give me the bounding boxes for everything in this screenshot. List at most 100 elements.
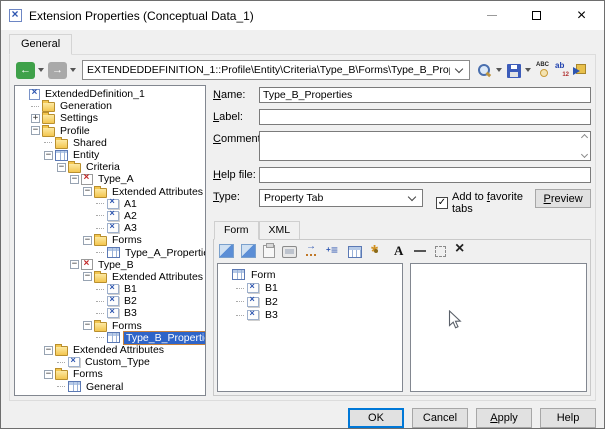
preview-button[interactable]: Preview — [535, 189, 591, 208]
favorite-checkbox[interactable]: ✓ — [436, 197, 448, 209]
help-button[interactable]: Help — [540, 408, 596, 428]
font-icon[interactable] — [391, 244, 406, 258]
scroll-up-icon[interactable] — [580, 134, 587, 141]
tab-form[interactable]: Form — [214, 221, 259, 240]
name-field[interactable] — [259, 87, 591, 103]
extension-object-tree[interactable]: ExtendedDefinition_1Generation+Settings−… — [14, 85, 206, 396]
tab-xml[interactable]: XML — [259, 221, 301, 239]
tree-item-label: Type_B — [96, 259, 136, 271]
insert-arrow-icon[interactable] — [304, 244, 319, 258]
folder-icon — [94, 322, 107, 332]
search-menu-caret-icon[interactable] — [496, 68, 502, 72]
cancel-button[interactable]: Cancel — [412, 408, 468, 428]
window-controls: × — [469, 1, 604, 30]
form-controls-tree[interactable]: FormB1B2B3 — [217, 263, 403, 392]
scroll-down-icon[interactable] — [580, 151, 587, 158]
tree-expander-icon[interactable]: − — [31, 126, 40, 135]
tree-expander-icon[interactable]: − — [57, 163, 66, 172]
options-icon[interactable] — [369, 244, 384, 258]
tree-item-label: Type_B_Properties — [123, 331, 206, 345]
image-alt-icon[interactable] — [241, 244, 256, 258]
tree-item-profile[interactable]: −Profile — [15, 125, 205, 137]
clipboard-icon[interactable] — [263, 245, 275, 258]
delete-icon[interactable] — [453, 244, 468, 258]
tree-expander-icon[interactable]: − — [83, 272, 92, 281]
tree-item-label: B1 — [122, 283, 139, 295]
grid-icon[interactable] — [348, 246, 362, 258]
rename-icon[interactable] — [554, 62, 570, 78]
tree-item-type-b-properties[interactable]: Type_B_Properties — [15, 332, 205, 344]
label-field[interactable] — [259, 109, 591, 125]
form-editor-toolbar — [217, 243, 587, 263]
comment-scrollbar[interactable] — [578, 132, 590, 160]
folder-icon — [94, 236, 107, 246]
tree-item-b2[interactable]: B2 — [218, 295, 402, 309]
tree-expander-icon[interactable]: − — [83, 236, 92, 245]
separator-icon[interactable] — [413, 244, 428, 258]
tab-general[interactable]: General — [9, 34, 72, 55]
tree-expander-icon[interactable]: − — [83, 321, 92, 330]
tree-expander-icon[interactable]: − — [44, 370, 53, 379]
object-path-input[interactable] — [83, 61, 454, 79]
tree-item-type-a[interactable]: −Type_A — [15, 173, 205, 185]
tree-item-form[interactable]: Form — [218, 268, 402, 282]
comment-field[interactable] — [259, 131, 591, 161]
form-preview-pane[interactable] — [410, 263, 587, 392]
apply-button[interactable]: Apply — [476, 408, 532, 428]
control-icon[interactable] — [282, 246, 297, 258]
tree-expander-icon[interactable]: + — [31, 114, 40, 123]
tree-item-general[interactable]: General — [15, 381, 205, 393]
favorite-tabs-option[interactable]: ✓ Add to favorite tabs — [436, 189, 535, 215]
tree-item-b3[interactable]: B3 — [218, 309, 402, 323]
forward-menu-caret-icon[interactable] — [70, 68, 76, 72]
tree-item-forms[interactable]: −Forms — [15, 368, 205, 380]
image-icon[interactable] — [219, 244, 234, 258]
help-file-field[interactable] — [259, 167, 591, 183]
search-icon[interactable] — [476, 62, 492, 78]
tree-expander-icon[interactable]: − — [44, 151, 53, 160]
tree-item-label: ExtendedDefinition_1 — [43, 88, 147, 100]
save-icon[interactable] — [507, 64, 521, 78]
save-menu-caret-icon[interactable] — [525, 68, 531, 72]
tree-item-type-b[interactable]: − Type_B — [15, 259, 205, 271]
tree-item-custom-type[interactable]: Custom_Type — [15, 356, 205, 368]
tree-item-label: B2 — [122, 295, 139, 307]
tree-item-type-a-properties[interactable]: Type_A_Properties — [15, 246, 205, 258]
close-button[interactable]: × — [559, 1, 604, 30]
tree-item-b3[interactable]: B3 — [15, 307, 205, 319]
label-label: Label: — [213, 109, 259, 123]
navigation-toolbar: ← → — [14, 59, 591, 85]
maximize-button[interactable] — [514, 1, 559, 30]
tree-item-entity[interactable]: −Entity — [15, 149, 205, 161]
back-button[interactable]: ← — [16, 62, 35, 79]
tree-item-forms[interactable]: −Forms — [15, 234, 205, 246]
tree-item-settings[interactable]: +Settings — [15, 112, 205, 124]
back-menu-caret-icon[interactable] — [38, 68, 44, 72]
criteria-icon — [81, 259, 93, 270]
tree-item-b1[interactable]: B1 — [218, 282, 402, 296]
indent-icon[interactable] — [326, 244, 341, 258]
tree-item-a3[interactable]: A3 — [15, 222, 205, 234]
tree-item-criteria[interactable]: −Criteria — [15, 161, 205, 173]
tree-item-shared[interactable]: Shared — [15, 137, 205, 149]
ok-button[interactable]: OK — [348, 408, 404, 428]
forward-button[interactable]: → — [48, 62, 67, 79]
jump-to-icon[interactable] — [572, 62, 588, 78]
tree-item-extended-attributes[interactable]: −Extended Attributes — [15, 344, 205, 356]
tree-connector — [96, 215, 104, 216]
combobox-chevron-icon[interactable] — [455, 64, 463, 72]
maximize-icon — [532, 11, 541, 20]
tree-expander-icon[interactable]: − — [44, 346, 53, 355]
folder-icon — [55, 370, 68, 380]
attr-icon — [107, 296, 119, 306]
tree-item-generation[interactable]: Generation — [15, 100, 205, 112]
spell-check-icon[interactable] — [536, 62, 552, 78]
type-dropdown[interactable]: Property Tab — [259, 189, 423, 207]
tree-expander-icon[interactable]: − — [70, 175, 79, 184]
tree-expander-icon[interactable]: − — [83, 187, 92, 196]
group-box-icon[interactable] — [435, 246, 446, 257]
dialog-tabstrip: General — [1, 30, 604, 54]
tree-item-extendeddefinition-1[interactable]: ExtendedDefinition_1 — [15, 88, 205, 100]
tree-expander-icon[interactable]: − — [70, 260, 79, 269]
ext-icon — [29, 89, 40, 100]
